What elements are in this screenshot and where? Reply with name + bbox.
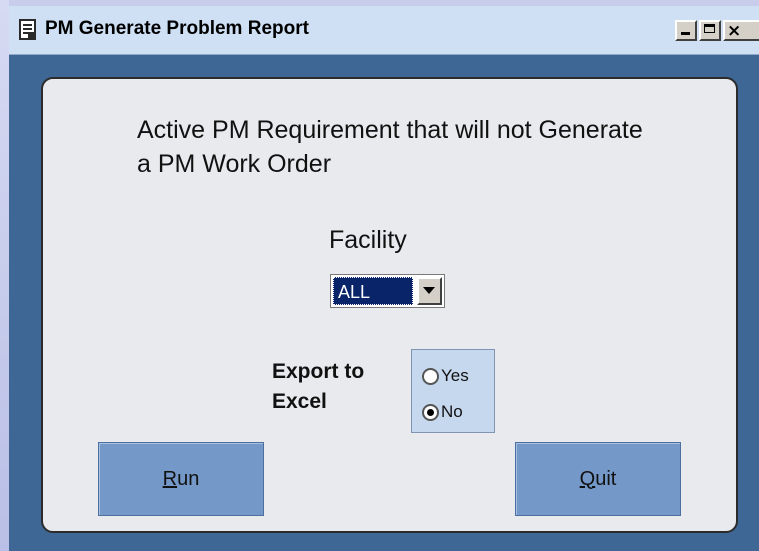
export-no-option[interactable]: No (422, 400, 463, 424)
export-option-group: Yes No (411, 349, 495, 433)
radio-yes-label: Yes (441, 366, 469, 385)
desktop-background (0, 0, 9, 551)
facility-combobox[interactable]: ALL (330, 274, 445, 308)
window-title: PM Generate Problem Report (45, 18, 309, 39)
maximize-icon[interactable] (699, 20, 721, 41)
title-bar[interactable]: PM Generate Problem Report × (9, 6, 759, 55)
radio-no-label: No (441, 402, 463, 421)
close-icon[interactable]: × (723, 20, 759, 41)
export-to-excel-label: Export to Excel (272, 360, 365, 413)
radio-no[interactable] (422, 403, 439, 421)
quit-button-mnemonic: Q (579, 467, 596, 490)
run-button-mnemonic: R (162, 467, 178, 490)
report-heading: Active PM Requirement that will not Gene… (137, 116, 643, 178)
facility-label: Facility (329, 226, 407, 254)
quit-button-label: uit (595, 467, 617, 490)
app-window: PM Generate Problem Report × Active PM R… (9, 6, 759, 551)
minimize-icon[interactable] (675, 20, 697, 41)
form-panel: Active PM Requirement that will not Gene… (41, 77, 738, 533)
radio-yes[interactable] (422, 367, 439, 385)
export-yes-option[interactable]: Yes (422, 364, 469, 388)
run-button-label: un (177, 467, 200, 490)
close-glyph: × (727, 21, 742, 41)
dropdown-arrow-icon[interactable] (417, 277, 442, 305)
form-icon[interactable] (19, 19, 36, 40)
quit-button[interactable]: Quit (515, 442, 681, 516)
run-button[interactable]: Run (98, 442, 264, 516)
facility-selected-value[interactable]: ALL (333, 277, 413, 305)
